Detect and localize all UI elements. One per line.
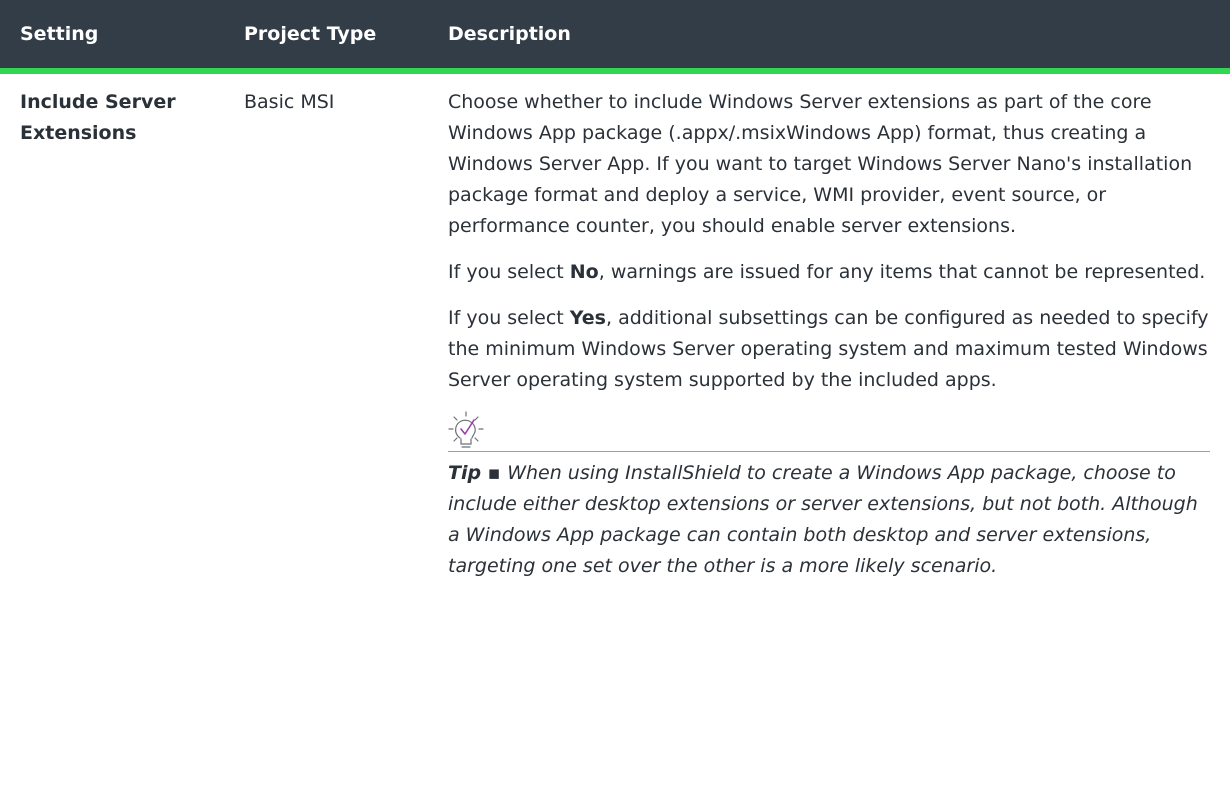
header-project-type: Project Type — [228, 0, 432, 74]
header-setting: Setting — [0, 0, 228, 74]
description-paragraph-yes: If you select Yes, additional subsetting… — [448, 303, 1210, 396]
option-no: No — [569, 261, 599, 283]
text-before: If you select — [448, 307, 570, 329]
text-after: , warnings are issued for any items that… — [598, 261, 1206, 283]
description-paragraph: Choose whether to include Windows Server… — [448, 91, 1193, 237]
option-yes: Yes — [569, 307, 606, 329]
tip-divider — [448, 451, 1210, 452]
table-header-row: Setting Project Type Description — [0, 0, 1230, 74]
header-description: Description — [432, 0, 1230, 74]
lightbulb-check-icon — [448, 411, 484, 448]
tip-separator: ▪ — [481, 462, 508, 484]
tip-text: Tip ▪ When using InstallShield to create… — [448, 458, 1210, 582]
setting-name: Include Server Extensions — [20, 91, 176, 144]
settings-table: Setting Project Type Description Include… — [0, 0, 1230, 598]
text-before: If you select — [448, 261, 570, 283]
description-cell: Choose whether to include Windows Server… — [432, 71, 1230, 598]
description-paragraph-no: If you select No, warnings are issued fo… — [448, 257, 1210, 288]
tip-body: When using InstallShield to create a Win… — [448, 462, 1198, 577]
table-row: Include Server Extensions Basic MSI Choo… — [0, 71, 1230, 598]
tip-label: Tip — [448, 462, 482, 484]
project-type: Basic MSI — [244, 91, 335, 113]
